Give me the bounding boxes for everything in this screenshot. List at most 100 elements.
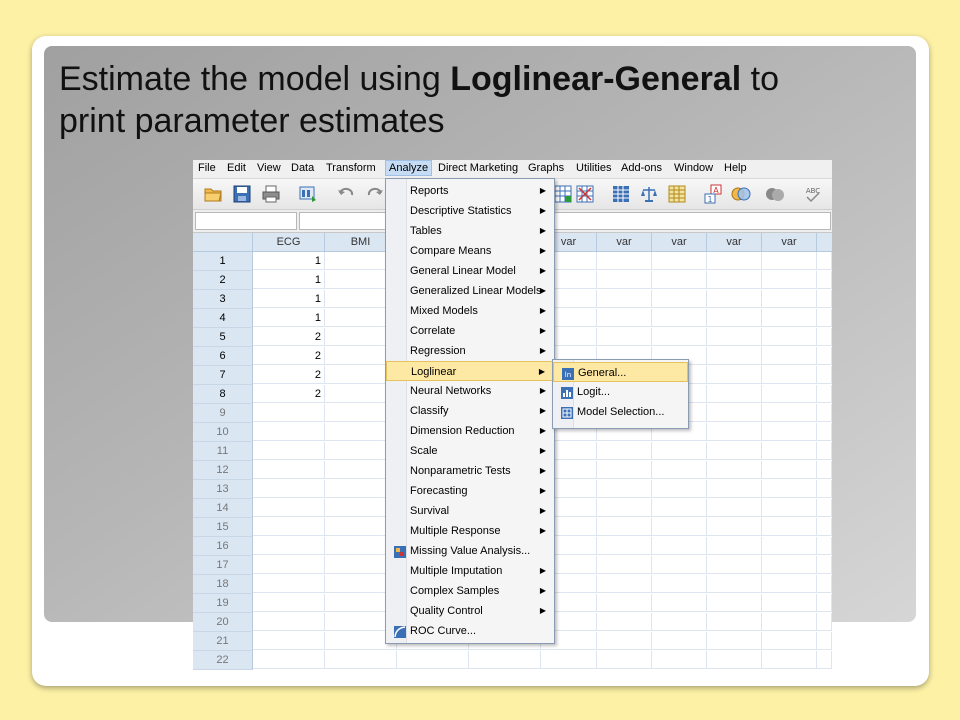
menu-file[interactable]: File <box>198 162 216 174</box>
grid-cell[interactable] <box>817 651 832 669</box>
grid-cell[interactable] <box>253 480 325 498</box>
row-header[interactable]: 12 <box>193 461 253 480</box>
grid-cell[interactable] <box>707 651 762 669</box>
grid-cell[interactable] <box>707 556 762 574</box>
grid-cell[interactable] <box>541 651 597 669</box>
grid-cell[interactable] <box>817 575 832 593</box>
column-header-var[interactable]: var <box>652 233 707 252</box>
grid-cell[interactable] <box>597 480 652 498</box>
grid-cell[interactable] <box>762 461 817 479</box>
grid-cell[interactable] <box>707 632 762 650</box>
menu-view[interactable]: View <box>257 162 281 174</box>
row-header[interactable]: 8 <box>193 385 253 404</box>
menu-item-classify[interactable]: Classify ▶ <box>386 401 554 421</box>
grid-cell[interactable] <box>817 632 832 650</box>
grid-cell[interactable] <box>817 423 832 441</box>
row-header[interactable]: 2 <box>193 271 253 290</box>
menu-edit[interactable]: Edit <box>227 162 246 174</box>
row-header[interactable]: 16 <box>193 537 253 556</box>
grid-cell[interactable] <box>762 499 817 517</box>
grid-cell[interactable] <box>762 556 817 574</box>
menu-window[interactable]: Window <box>674 162 713 174</box>
menu-item-multiple-response[interactable]: Multiple Response ▶ <box>386 521 554 541</box>
grid-cell[interactable] <box>597 271 652 289</box>
grid-cell[interactable] <box>817 290 832 308</box>
menu-item-compare-means[interactable]: Compare Means ▶ <box>386 241 554 261</box>
menu-item-tables[interactable]: Tables ▶ <box>386 221 554 241</box>
grid-cell[interactable] <box>597 632 652 650</box>
redo-icon[interactable] <box>365 184 385 204</box>
grid-cell[interactable] <box>762 632 817 650</box>
grid-cell[interactable] <box>652 632 707 650</box>
grid-cell[interactable] <box>762 423 817 441</box>
row-header[interactable]: 7 <box>193 366 253 385</box>
grid-cell[interactable] <box>707 328 762 346</box>
weight-cases-icon[interactable] <box>639 184 659 204</box>
value-labels-icon[interactable]: A1 <box>703 184 723 204</box>
row-header[interactable]: 21 <box>193 632 253 651</box>
grid-cell[interactable] <box>762 575 817 593</box>
grid-cell[interactable] <box>817 404 832 422</box>
grid-cell[interactable] <box>253 537 325 555</box>
row-header[interactable]: 13 <box>193 480 253 499</box>
menu-utilities[interactable]: Utilities <box>576 162 611 174</box>
grid-cell[interactable] <box>762 518 817 536</box>
grid-cell[interactable] <box>762 271 817 289</box>
row-header[interactable]: 17 <box>193 556 253 575</box>
grid-cell[interactable] <box>597 309 652 327</box>
menu-item-complex-samples[interactable]: Complex Samples ▶ <box>386 581 554 601</box>
row-header[interactable]: 10 <box>193 423 253 442</box>
grid-cell[interactable] <box>652 271 707 289</box>
grid-cell[interactable] <box>762 290 817 308</box>
grid-cell[interactable] <box>253 442 325 460</box>
grid-cell[interactable] <box>652 556 707 574</box>
menu-item-loglinear[interactable]: Loglinear ▶ <box>386 361 554 381</box>
grid-cell[interactable] <box>652 594 707 612</box>
row-header[interactable]: 9 <box>193 404 253 423</box>
menu-item-roc-curve[interactable]: ROC Curve... <box>386 621 554 641</box>
menu-graphs[interactable]: Graphs <box>528 162 564 174</box>
row-header[interactable]: 5 <box>193 328 253 347</box>
row-header[interactable]: 19 <box>193 594 253 613</box>
grid-cell[interactable] <box>597 252 652 270</box>
grid-cell[interactable] <box>652 575 707 593</box>
grid-cell[interactable]: 1 <box>253 309 325 327</box>
grid-cell[interactable] <box>707 366 762 384</box>
grid-cell[interactable] <box>817 499 832 517</box>
open-folder-icon[interactable] <box>203 184 223 204</box>
grid-cell[interactable] <box>597 518 652 536</box>
menu-item-missing-value-analysis[interactable]: Missing Value Analysis... <box>386 541 554 561</box>
grid-cell[interactable] <box>707 385 762 403</box>
grid-cell[interactable] <box>707 309 762 327</box>
grid-cell[interactable] <box>762 366 817 384</box>
grid-cell[interactable] <box>707 575 762 593</box>
grid-cell[interactable] <box>253 594 325 612</box>
grid-cell[interactable] <box>762 347 817 365</box>
row-header[interactable]: 22 <box>193 651 253 670</box>
grid-cell[interactable] <box>762 252 817 270</box>
grid-cell[interactable] <box>762 385 817 403</box>
grid-cell[interactable] <box>597 442 652 460</box>
grid-cell[interactable]: 2 <box>253 347 325 365</box>
grid-cell[interactable]: 2 <box>253 366 325 384</box>
use-variable-sets-icon[interactable] <box>731 184 751 204</box>
row-header[interactable]: 11 <box>193 442 253 461</box>
grid-cell[interactable] <box>469 651 541 669</box>
grid-cell[interactable] <box>762 442 817 460</box>
grid-cell[interactable] <box>762 594 817 612</box>
grid-cell[interactable] <box>817 366 832 384</box>
grid-cell[interactable]: 2 <box>253 328 325 346</box>
grid-cell[interactable]: 1 <box>253 271 325 289</box>
menu-item-regression[interactable]: Regression ▶ <box>386 341 554 361</box>
grid-cell[interactable] <box>253 632 325 650</box>
menu-item-survival[interactable]: Survival ▶ <box>386 501 554 521</box>
menu-item-dimension-reduction[interactable]: Dimension Reduction ▶ <box>386 421 554 441</box>
menu-add-ons[interactable]: Add-ons <box>621 162 662 174</box>
menu-item-mixed-models[interactable]: Mixed Models ▶ <box>386 301 554 321</box>
row-header[interactable]: 6 <box>193 347 253 366</box>
grid-cell[interactable] <box>707 480 762 498</box>
grid-cell[interactable] <box>652 290 707 308</box>
show-all-variables-icon[interactable] <box>765 184 785 204</box>
grid-cell[interactable] <box>762 404 817 422</box>
grid-cell[interactable] <box>652 613 707 631</box>
